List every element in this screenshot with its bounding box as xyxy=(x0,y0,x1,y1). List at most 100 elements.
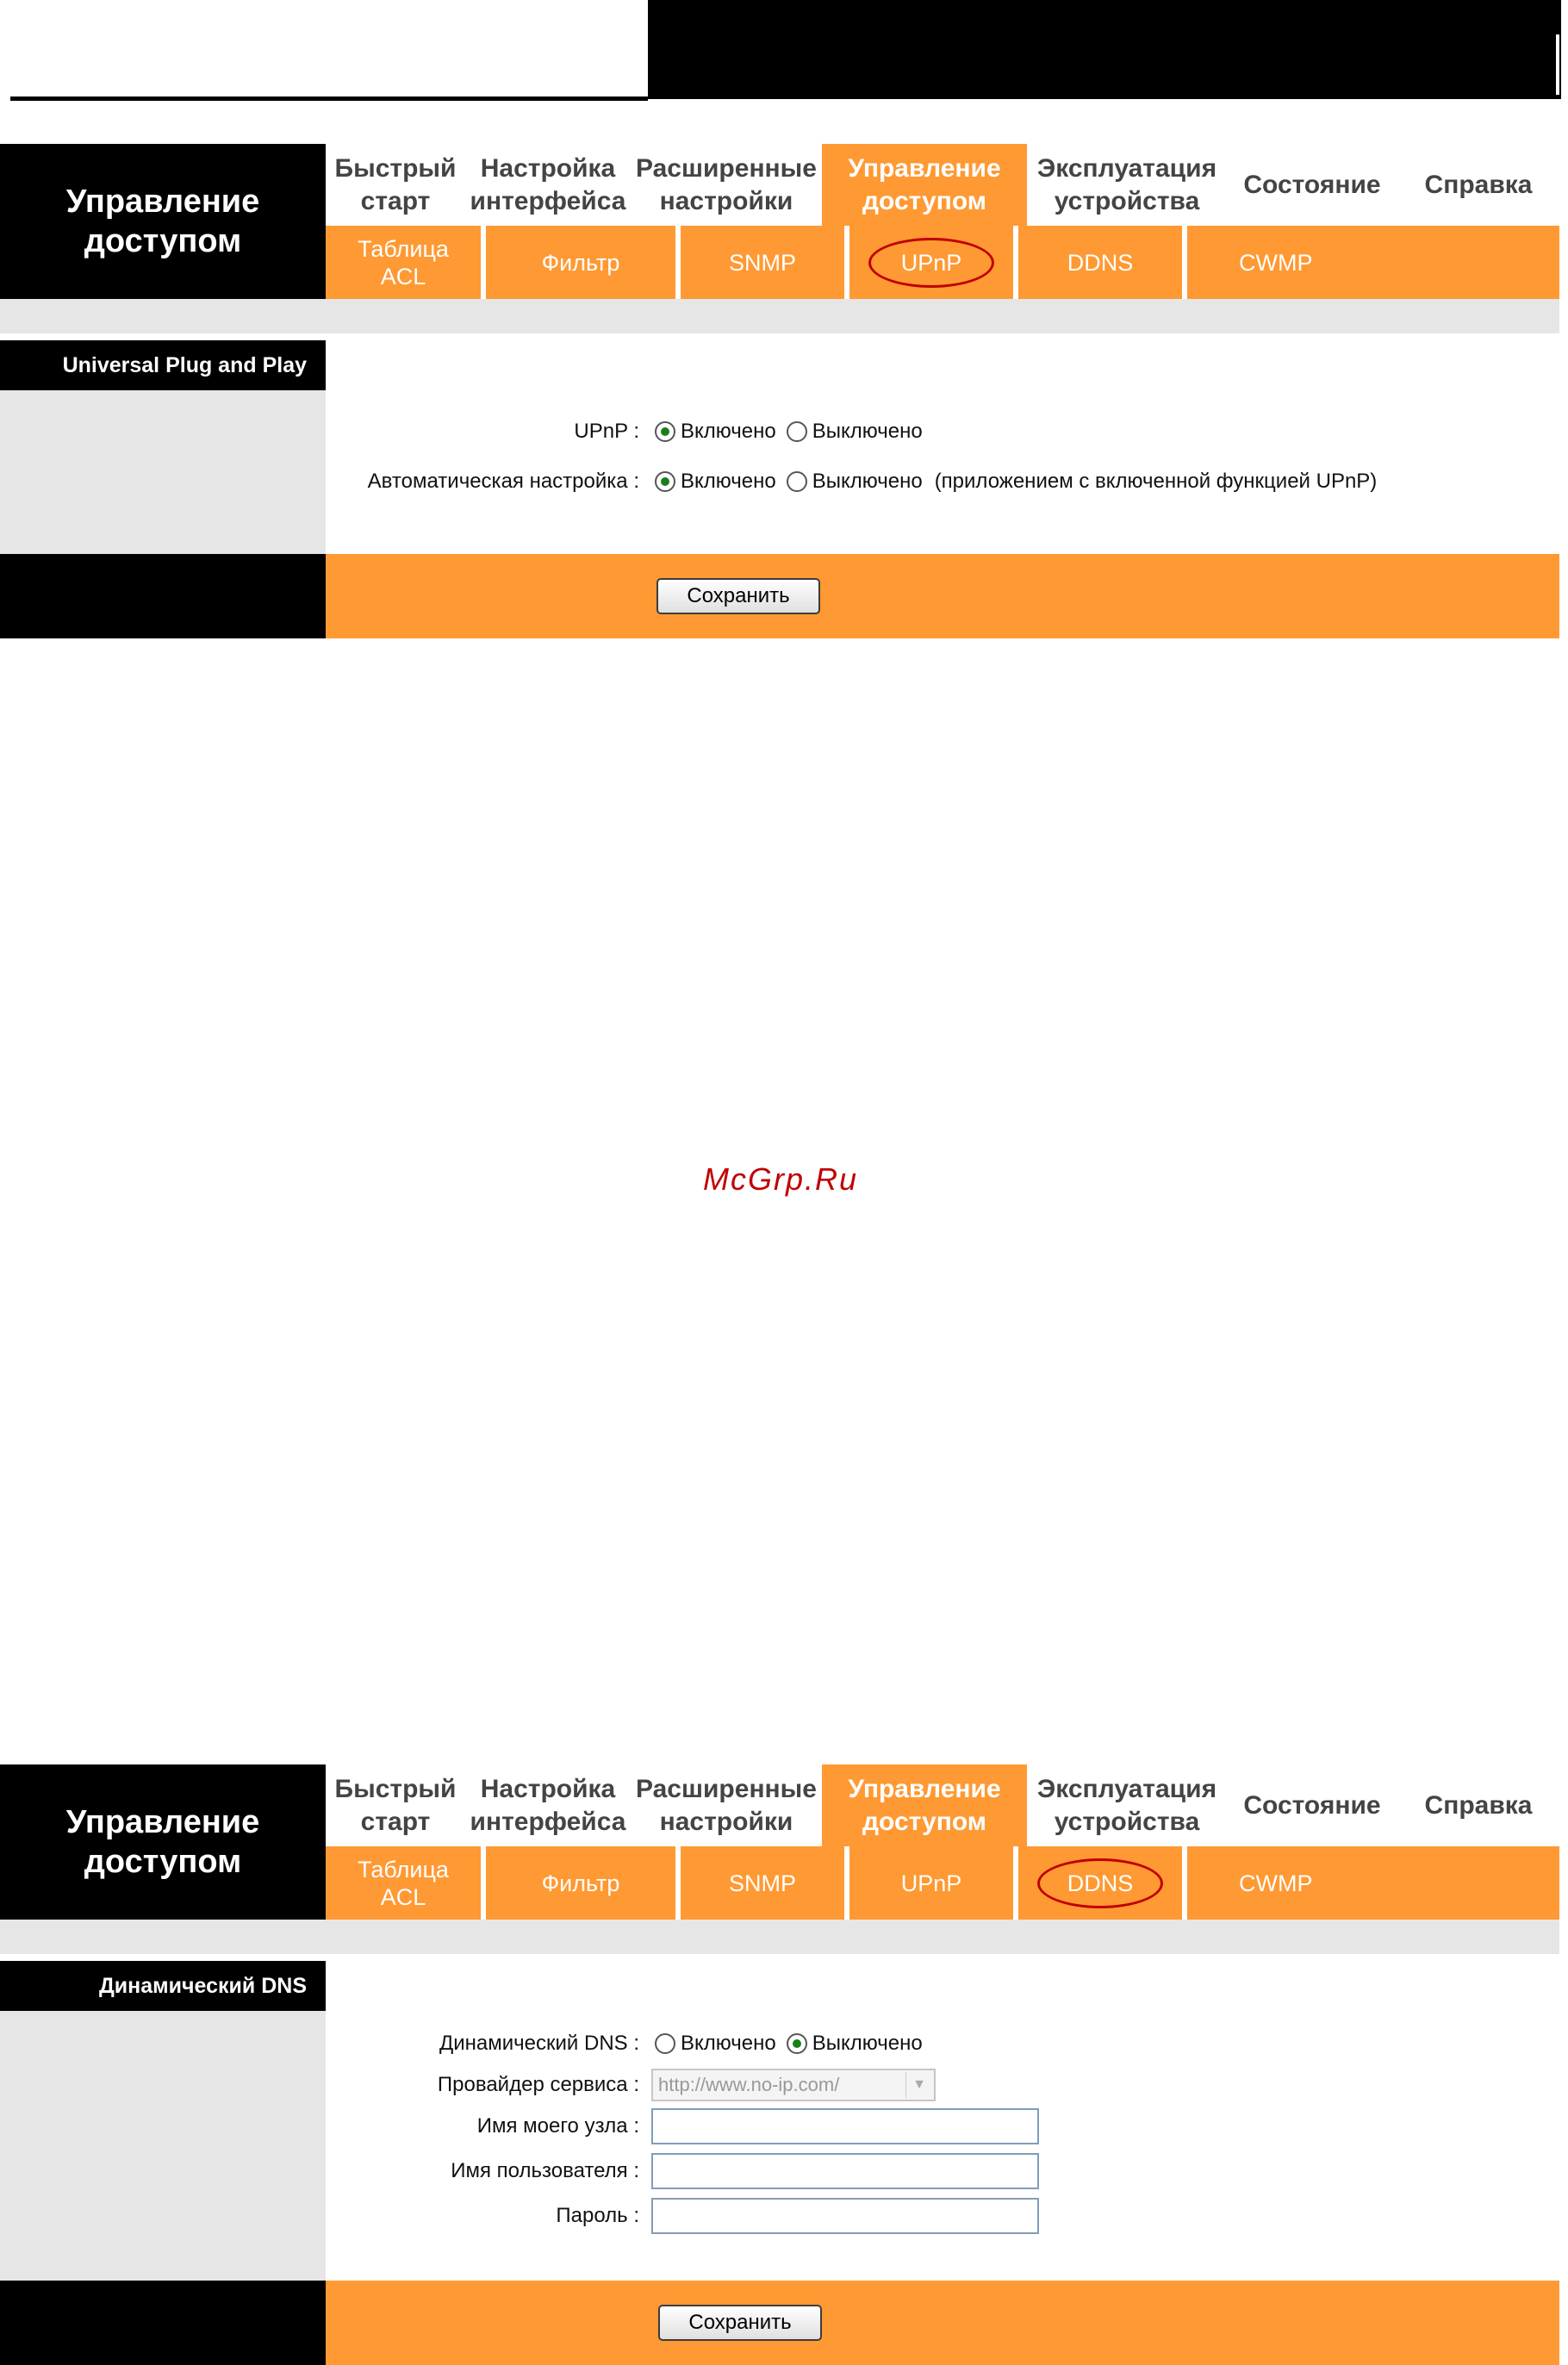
provider-label: Провайдер сервиса : xyxy=(437,2073,639,2096)
section-title: Universal Plug and Play xyxy=(0,340,326,390)
subnav-label: Таблица ACL xyxy=(358,235,449,289)
provider-row: Провайдер сервиса : http://www.no-ip.com… xyxy=(326,2066,1559,2104)
brand-label: Управление доступом xyxy=(0,1764,326,1920)
option-label: Включено xyxy=(681,2032,776,2055)
provider-value: http://www.no-ip.com/ xyxy=(658,2074,840,2095)
subnav-label: CWMP xyxy=(1239,1870,1313,1896)
header-rule xyxy=(10,96,648,101)
header-dark-block xyxy=(648,0,1561,99)
nav-status[interactable]: Состояние xyxy=(1227,1764,1397,1846)
footer-bar: Сохранить xyxy=(0,2281,1559,2365)
option-label: Включено xyxy=(681,420,776,443)
save-button[interactable]: Сохранить xyxy=(656,578,820,614)
upnp-panel: Управление доступом Быстрый старт Настро… xyxy=(0,144,1559,639)
ddns-label: Динамический DNS : xyxy=(439,2032,639,2055)
host-label: Имя моего узла : xyxy=(476,2114,639,2138)
subnav-label: SNMP xyxy=(728,249,796,276)
nav-status[interactable]: Состояние xyxy=(1227,144,1397,226)
ddns-panel: Управление доступом Быстрый старт Настро… xyxy=(0,1764,1559,2365)
highlight-ring xyxy=(868,237,994,288)
subnav-label: Фильтр xyxy=(541,1870,620,1896)
subnav-cwmp[interactable]: CWMP xyxy=(1187,226,1559,299)
option-label: Включено xyxy=(681,470,776,493)
subnav-acl[interactable]: Таблица ACL xyxy=(326,1846,486,1920)
subnav-label: SNMP xyxy=(728,1870,796,1896)
auto-config-note: (приложением с включенной функцией UPnP) xyxy=(934,470,1378,493)
radio-off-icon[interactable] xyxy=(786,471,807,492)
nav-advanced-setup[interactable]: Расширенные настройки xyxy=(631,144,822,226)
main-nav: Быстрый старт Настройка интерфейса Расши… xyxy=(326,144,1559,226)
save-button[interactable]: Сохранить xyxy=(658,2305,822,2341)
auto-on-option[interactable]: Включено xyxy=(651,470,776,494)
upnp-off-option[interactable]: Выключено xyxy=(783,420,923,444)
upnp-on-option[interactable]: Включено xyxy=(651,420,776,444)
sub-nav: Таблица ACL Фильтр SNMP UPnP DDNS CWMP xyxy=(326,1846,1559,1920)
subnav-upnp[interactable]: UPnP xyxy=(849,226,1018,299)
nav-access-management[interactable]: Управление доступом xyxy=(822,1764,1027,1846)
nav-interface-setup[interactable]: Настройка интерфейса xyxy=(465,144,631,226)
gray-band xyxy=(0,1920,1559,1954)
nav-help[interactable]: Справка xyxy=(1397,144,1559,226)
auto-off-option[interactable]: Выключено xyxy=(783,470,923,494)
radio-on-icon[interactable] xyxy=(786,2033,807,2054)
subnav-snmp[interactable]: SNMP xyxy=(681,226,849,299)
provider-select[interactable]: http://www.no-ip.com/ ▼ xyxy=(651,2069,936,2101)
nav-advanced-setup[interactable]: Расширенные настройки xyxy=(631,1764,822,1846)
option-label: Выключено xyxy=(812,420,923,443)
nav-interface-setup[interactable]: Настройка интерфейса xyxy=(465,1764,631,1846)
subnav-snmp[interactable]: SNMP xyxy=(681,1846,849,1920)
highlight-ring xyxy=(1037,1858,1163,1908)
user-row: Имя пользователя : xyxy=(326,2150,1559,2192)
upnp-row: UPnP : Включено Выключено xyxy=(326,413,1559,451)
radio-off-icon[interactable] xyxy=(655,2033,675,2054)
subnav-ddns[interactable]: DDNS xyxy=(1018,226,1187,299)
main-nav: Быстрый старт Настройка интерфейса Расши… xyxy=(326,1764,1559,1846)
watermark-text: McGrp.Ru xyxy=(703,1161,859,1197)
nav-help[interactable]: Справка xyxy=(1397,1764,1559,1846)
auto-config-row: Автоматическая настройка : Включено Выкл… xyxy=(326,463,1559,501)
subnav-filter[interactable]: Фильтр xyxy=(486,1846,681,1920)
option-label: Выключено xyxy=(812,470,923,493)
user-label: Имя пользователя : xyxy=(451,2159,639,2182)
footer-right: Сохранить xyxy=(326,2281,1559,2365)
nav-quick-start[interactable]: Быстрый старт xyxy=(326,144,465,226)
ddns-row: Динамический DNS : Включено Выключено xyxy=(326,2025,1559,2063)
radio-on-icon[interactable] xyxy=(655,471,675,492)
side-gray xyxy=(0,390,326,554)
document-header xyxy=(0,0,1568,103)
subnav-upnp[interactable]: UPnP xyxy=(849,1846,1018,1920)
section-title: Динамический DNS xyxy=(0,1961,326,2011)
password-label: Пароль : xyxy=(556,2204,639,2227)
subnav-label: UPnP xyxy=(900,1870,962,1896)
subnav-label: CWMP xyxy=(1239,249,1313,276)
password-input[interactable] xyxy=(651,2198,1039,2234)
radio-on-icon[interactable] xyxy=(655,421,675,442)
subnav-label: Таблица ACL xyxy=(358,1856,449,1910)
subnav-ddns[interactable]: DDNS xyxy=(1018,1846,1187,1920)
host-input[interactable] xyxy=(651,2108,1039,2144)
gray-band xyxy=(0,299,1559,333)
footer-right: Сохранить xyxy=(326,554,1559,638)
subnav-label: Фильтр xyxy=(541,249,620,276)
nav-maintenance[interactable]: Эксплуатация устройства xyxy=(1027,144,1227,226)
nav-access-management[interactable]: Управление доступом xyxy=(822,144,1027,226)
footer-bar: Сохранить xyxy=(0,554,1559,638)
subnav-label: DDNS xyxy=(1067,249,1134,276)
user-input[interactable] xyxy=(651,2153,1039,2189)
subnav-filter[interactable]: Фильтр xyxy=(486,226,681,299)
subnav-acl[interactable]: Таблица ACL xyxy=(326,226,486,299)
host-row: Имя моего узла : xyxy=(326,2106,1559,2147)
nav-quick-start[interactable]: Быстрый старт xyxy=(326,1764,465,1846)
radio-off-icon[interactable] xyxy=(786,421,807,442)
subnav-cwmp[interactable]: CWMP xyxy=(1187,1846,1559,1920)
nav-maintenance[interactable]: Эксплуатация устройства xyxy=(1027,1764,1227,1846)
ddns-on-option[interactable]: Включено xyxy=(651,2032,776,2056)
ddns-off-option[interactable]: Выключено xyxy=(783,2032,923,2056)
password-row: Пароль : xyxy=(326,2195,1559,2237)
brand-label: Управление доступом xyxy=(0,144,326,299)
option-label: Выключено xyxy=(812,2032,923,2055)
chevron-down-icon[interactable]: ▼ xyxy=(905,2072,932,2098)
side-gray xyxy=(0,2011,326,2281)
sub-nav: Таблица ACL Фильтр SNMP UPnP DDNS CWMP xyxy=(326,226,1559,299)
upnp-label: UPnP : xyxy=(574,420,639,443)
